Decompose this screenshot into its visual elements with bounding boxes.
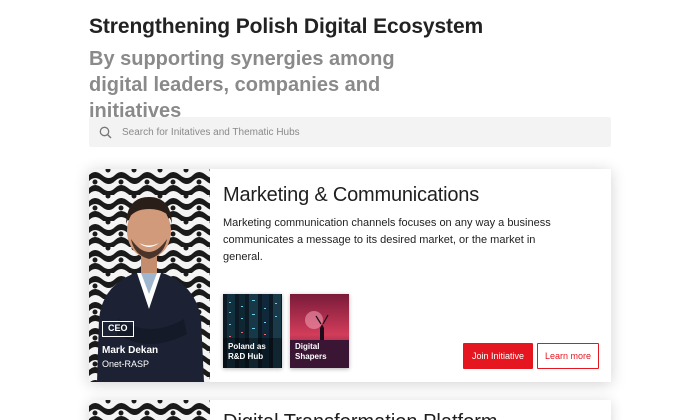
role-badge: CEO: [102, 321, 134, 337]
learn-more-button[interactable]: Learn more: [537, 343, 599, 369]
initiative-card-next: Digital Transformation Platform: [89, 400, 611, 420]
hub-label: Poland as R&D Hub: [228, 342, 266, 361]
search-icon: [99, 125, 113, 139]
page-subtitle: By supporting synergies among digital le…: [89, 48, 395, 122]
leader-name: Mark Dekan: [102, 345, 159, 356]
join-initiative-button[interactable]: Join Initiative: [463, 343, 533, 369]
page-title: Strengthening Polish Digital Ecosystem: [89, 15, 484, 38]
initiative-title-next[interactable]: Digital Transformation Platform: [223, 411, 498, 420]
hub-tile-poland-rd[interactable]: Poland as R&D Hub: [223, 294, 282, 368]
initiative-title[interactable]: Marketing & Communications: [223, 184, 479, 207]
page-header: Strengthening Polish Digital Ecosystem B…: [89, 14, 629, 124]
initiative-card: CEO Mark Dekan Onet-RASP Marketing & Com…: [89, 169, 611, 382]
leader-photo-next: [89, 400, 210, 420]
search-input[interactable]: [122, 126, 592, 138]
search-bar[interactable]: [89, 117, 611, 147]
hub-tile-digital-shapers[interactable]: Digital Shapers: [290, 294, 349, 368]
leader-organization: Onet-RASP: [102, 359, 150, 369]
leader-photo: CEO Mark Dekan Onet-RASP: [89, 169, 210, 382]
initiative-description: Marketing communication channels focuses…: [223, 217, 551, 263]
hub-label: Digital Shapers: [295, 342, 327, 361]
